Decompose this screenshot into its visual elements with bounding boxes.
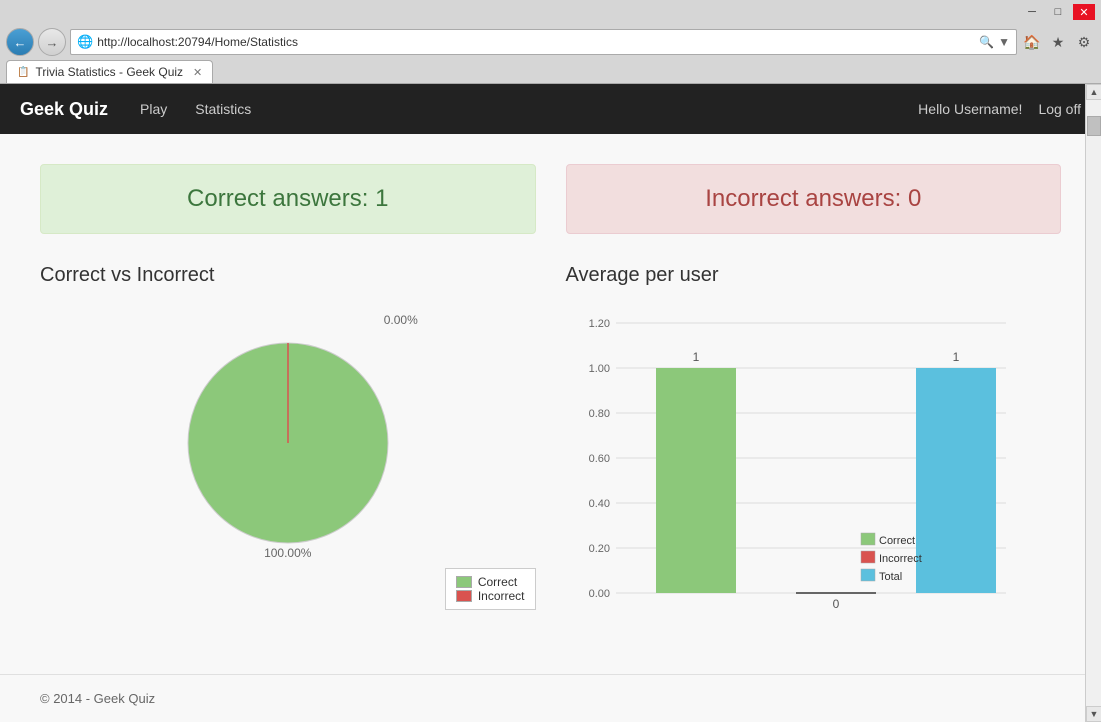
bar-chart-area: 1.20 1.00 0.80 0.60 0.40 0.20 0.00 1 xyxy=(566,303,1062,626)
browser-toolbar-right: 🏠 ★ ⚙ xyxy=(1021,31,1095,53)
correct-answer-box: Correct answers: 1 xyxy=(40,164,536,234)
pie-legend: Correct Incorrect xyxy=(445,568,536,610)
logoff-link[interactable]: Log off xyxy=(1038,101,1081,117)
tab-title: Trivia Statistics - Geek Quiz xyxy=(35,65,183,79)
main-content: Correct answers: 1 Incorrect answers: 0 … xyxy=(0,134,1101,674)
settings-icon[interactable]: ⚙ xyxy=(1073,31,1095,53)
incorrect-answer-text: Incorrect answers: 0 xyxy=(705,185,921,212)
address-text: http://localhost:20794/Home/Statistics xyxy=(97,35,979,49)
bar-chart-container: Average per user xyxy=(566,264,1062,626)
app-wrapper: Geek Quiz Play Statistics Hello Username… xyxy=(0,84,1101,722)
footer-text: © 2014 - Geek Quiz xyxy=(40,691,155,706)
correct-answer-text: Correct answers: 1 xyxy=(187,185,388,212)
svg-text:0: 0 xyxy=(832,597,839,611)
close-button[interactable]: ✕ xyxy=(1073,4,1095,20)
answer-boxes: Correct answers: 1 Incorrect answers: 0 xyxy=(40,164,1061,234)
scrollbar-thumb[interactable] xyxy=(1087,116,1101,136)
svg-text:1.00: 1.00 xyxy=(588,363,609,375)
pie-legend-correct-label: Correct xyxy=(478,575,517,589)
svg-text:0.80: 0.80 xyxy=(588,408,609,420)
correct-swatch xyxy=(456,576,472,588)
tab-favicon: 📋 xyxy=(17,67,29,78)
incorrect-answer-box: Incorrect answers: 0 xyxy=(566,164,1062,234)
maximize-button[interactable]: □ xyxy=(1047,4,1069,20)
svg-text:0.20: 0.20 xyxy=(588,543,609,555)
favorites-icon[interactable]: ★ xyxy=(1047,31,1069,53)
svg-text:Incorrect: Incorrect xyxy=(879,553,922,565)
nav-play[interactable]: Play xyxy=(128,87,179,131)
pie-chart-title: Correct vs Incorrect xyxy=(40,264,536,287)
address-icons: 🔍 ▼ xyxy=(979,35,1010,49)
brand-link[interactable]: Geek Quiz xyxy=(20,99,108,120)
incorrect-swatch xyxy=(456,590,472,602)
charts-section: Correct vs Incorrect 0.00% 100.00% xyxy=(40,264,1061,626)
minimize-button[interactable]: ─ xyxy=(1021,4,1043,20)
bar-chart-title: Average per user xyxy=(566,264,1062,287)
bar-correct xyxy=(656,368,736,593)
browser-chrome: ─ □ ✕ ← → 🌐 http://localhost:20794/Home/… xyxy=(0,0,1101,84)
pie-legend-correct: Correct xyxy=(456,575,525,589)
scrollbar[interactable]: ▲ ▼ xyxy=(1085,84,1101,722)
app-navbar: Geek Quiz Play Statistics Hello Username… xyxy=(0,84,1101,134)
bar-total xyxy=(916,368,996,593)
svg-text:1: 1 xyxy=(952,350,959,364)
nav-statistics[interactable]: Statistics xyxy=(183,87,263,131)
search-icon[interactable]: 🔍 xyxy=(979,35,994,49)
active-tab[interactable]: 📋 Trivia Statistics - Geek Quiz ✕ xyxy=(6,60,213,83)
svg-text:1.20: 1.20 xyxy=(588,318,609,330)
pie-visual: 0.00% 100.00% xyxy=(138,303,438,560)
dropdown-icon[interactable]: ▼ xyxy=(998,35,1010,49)
home-icon[interactable]: 🏠 xyxy=(1021,31,1043,53)
address-bar-icon: 🌐 xyxy=(77,34,93,50)
svg-text:1: 1 xyxy=(692,350,699,364)
pie-legend-incorrect-label: Incorrect xyxy=(478,589,525,603)
user-greeting: Hello Username! xyxy=(918,101,1022,117)
svg-text:Total: Total xyxy=(879,571,902,583)
tab-close-button[interactable]: ✕ xyxy=(193,66,202,79)
footer: © 2014 - Geek Quiz xyxy=(0,674,1101,722)
svg-text:0.00: 0.00 xyxy=(588,588,609,600)
pie-label-incorrect-pct: 0.00% xyxy=(384,313,418,327)
title-bar: ─ □ ✕ xyxy=(0,0,1101,24)
bar-chart-svg: 1.20 1.00 0.80 0.60 0.40 0.20 0.00 1 xyxy=(566,303,1016,623)
pie-legend-incorrect: Incorrect xyxy=(456,589,525,603)
window-controls: ─ □ ✕ xyxy=(1021,4,1095,20)
pie-chart-wrapper: 0.00% 100.00% Correct xyxy=(40,303,536,610)
back-button[interactable]: ← xyxy=(6,28,34,56)
svg-text:0.40: 0.40 xyxy=(588,498,609,510)
scroll-down-arrow[interactable]: ▼ xyxy=(1086,706,1101,722)
scroll-up-arrow[interactable]: ▲ xyxy=(1086,84,1101,100)
address-bar[interactable]: 🌐 http://localhost:20794/Home/Statistics… xyxy=(70,29,1017,55)
browser-tabs: 📋 Trivia Statistics - Geek Quiz ✕ xyxy=(0,60,1101,83)
svg-text:Correct: Correct xyxy=(879,535,915,547)
forward-button[interactable]: → xyxy=(38,28,66,56)
navbar-right: Hello Username! Log off xyxy=(918,101,1081,117)
browser-nav-bar: ← → 🌐 http://localhost:20794/Home/Statis… xyxy=(0,24,1101,60)
pie-svg xyxy=(138,303,438,553)
svg-text:0.60: 0.60 xyxy=(588,453,609,465)
pie-chart-container: Correct vs Incorrect 0.00% 100.00% xyxy=(40,264,536,626)
nav-links: Play Statistics xyxy=(128,87,263,131)
